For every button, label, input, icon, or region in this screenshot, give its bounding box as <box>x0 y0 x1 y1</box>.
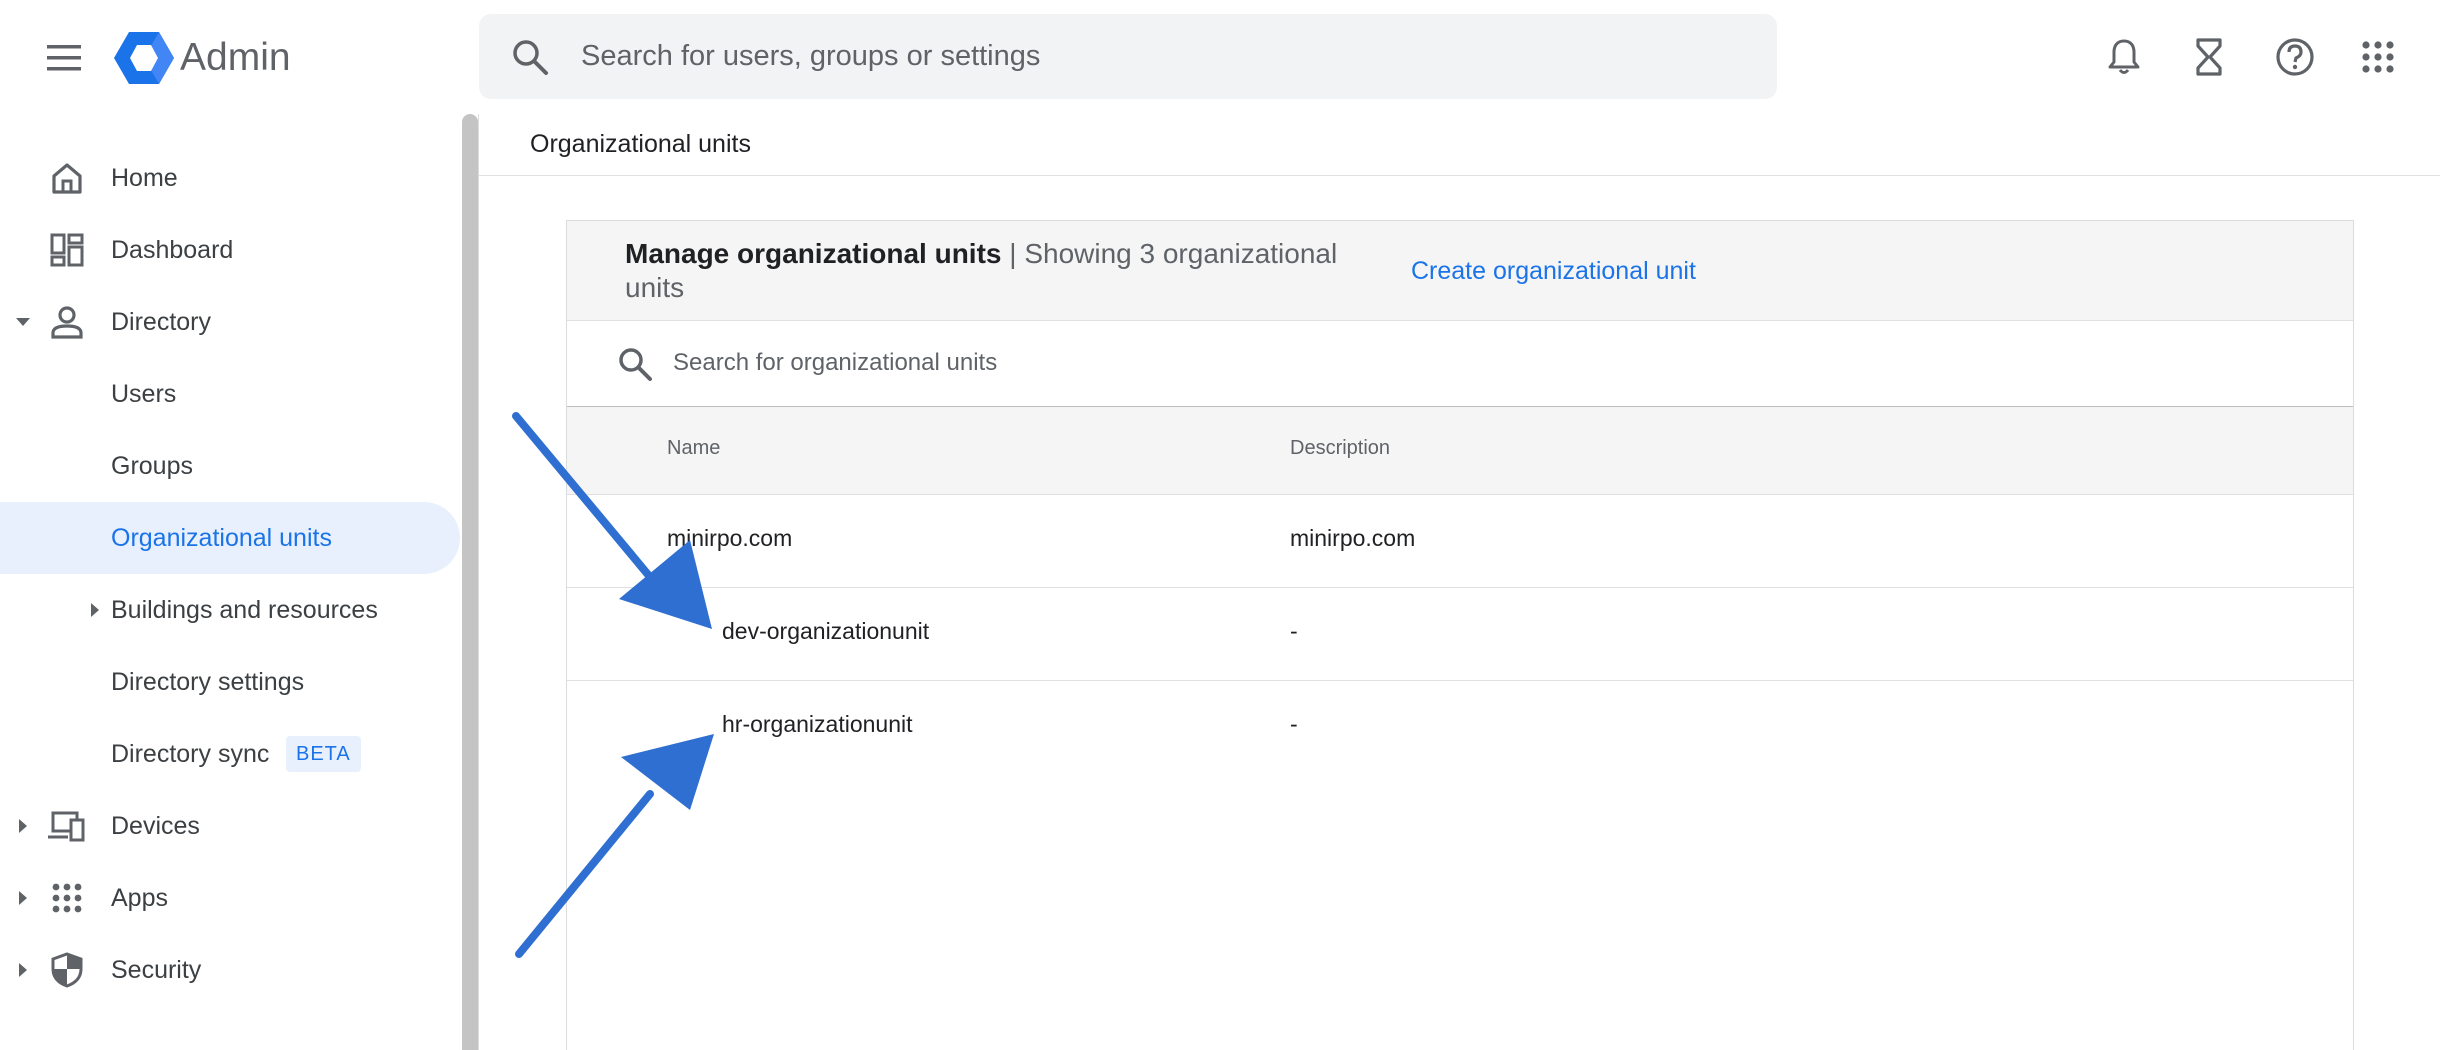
sidebar-item-directory-settings[interactable]: Directory settings <box>0 646 460 718</box>
sidebar-item-buildings-and-resources[interactable]: Buildings and resources <box>0 574 460 646</box>
help-button[interactable] <box>2270 32 2320 82</box>
global-search[interactable] <box>479 14 1777 99</box>
caret-right-icon[interactable] <box>14 817 32 835</box>
sidebar-item-directory[interactable]: Directory <box>0 286 460 358</box>
caret-right-icon[interactable] <box>86 601 104 619</box>
org-unit-name[interactable]: dev-organizationunit <box>722 618 929 645</box>
sidebar-item-label: Dashboard <box>111 235 234 264</box>
sidebar-item-label: Buildings and resources <box>111 595 378 624</box>
org-unit-description: - <box>1290 711 1298 737</box>
sidebar-item-dashboard[interactable]: Dashboard <box>0 214 460 286</box>
column-header-description[interactable]: Description <box>1290 437 1390 460</box>
sidebar-item-label: Users <box>111 379 177 408</box>
org-units-card: Manage organizational units | Showing 3 … <box>566 220 2354 1050</box>
sidebar-item-label: Organizational units <box>111 523 332 552</box>
apps-grid-icon <box>2362 41 2394 73</box>
tasks-button[interactable] <box>2184 32 2234 82</box>
person-icon <box>46 301 88 343</box>
sidebar-nav: Home Dashboard Directory Users Groups Or… <box>0 114 462 1050</box>
caret-down-icon[interactable] <box>14 313 32 331</box>
sidebar-item-label: Apps <box>111 883 168 912</box>
org-unit-description: minirpo.com <box>1290 525 1416 551</box>
shield-icon <box>46 949 88 991</box>
sidebar-item-label: Directory sync <box>111 739 270 768</box>
main-menu-button[interactable] <box>40 34 88 82</box>
sidebar-item-devices[interactable]: Devices <box>0 790 460 862</box>
apps-launcher-button[interactable] <box>2353 32 2403 82</box>
table-row[interactable]: minirpo.com minirpo.com <box>567 495 2353 588</box>
sidebar-item-home[interactable]: Home <box>0 142 460 214</box>
devices-icon <box>46 805 88 847</box>
search-icon[interactable] <box>615 344 655 384</box>
table-header: Name Description <box>567 407 2353 495</box>
admin-console: Admin Search for users, groups or settin… <box>0 0 2440 1050</box>
sidebar-item-label: Security <box>111 955 202 984</box>
search-icon[interactable] <box>509 36 551 78</box>
caret-right-icon[interactable] <box>14 889 32 907</box>
sidebar-item-label: Devices <box>111 811 200 840</box>
breadcrumb: Organizational units <box>530 130 751 158</box>
org-unit-search[interactable] <box>567 321 2353 407</box>
global-search-input[interactable] <box>581 32 1731 80</box>
sidebar-item-label: Directory <box>111 307 212 336</box>
org-unit-name[interactable]: minirpo.com <box>667 525 792 552</box>
sidebar-item-security[interactable]: Security <box>0 934 460 1006</box>
breadcrumb-bar: Organizational units <box>479 114 2440 176</box>
notifications-button[interactable] <box>2099 32 2149 82</box>
top-bar: Admin <box>0 0 2440 114</box>
card-header: Manage organizational units | Showing 3 … <box>567 221 2353 321</box>
org-unit-search-input[interactable] <box>673 341 1673 385</box>
apps-icon <box>46 877 88 919</box>
table-row[interactable]: dev-organizationunit - <box>567 588 2353 681</box>
notifications-bell-icon <box>2108 39 2140 74</box>
home-icon <box>46 157 88 199</box>
table-row[interactable]: hr-organizationunit - <box>567 681 2353 774</box>
sidebar-item-label: Home <box>111 163 178 192</box>
beta-badge: BETA <box>286 736 361 772</box>
sidebar-item-organizational-units[interactable]: Organizational units <box>0 502 460 574</box>
org-unit-description: - <box>1290 618 1298 644</box>
sidebar-item-label: Directory settings <box>111 667 305 696</box>
admin-logo-icon[interactable] <box>114 30 174 86</box>
main-content: Organizational units Manage organization… <box>478 114 2440 1050</box>
hourglass-icon <box>2196 38 2222 76</box>
dashboard-icon <box>46 229 88 271</box>
caret-right-icon[interactable] <box>14 961 32 979</box>
card-title: Manage organizational units | Showing 3 … <box>625 237 1345 305</box>
sidebar-item-directory-sync[interactable]: Directory sync BETA <box>0 718 460 790</box>
sidebar-item-groups[interactable]: Groups <box>0 430 460 502</box>
sidebar-scrollbar[interactable] <box>462 114 478 1050</box>
sidebar-item-users[interactable]: Users <box>0 358 460 430</box>
app-title[interactable]: Admin <box>180 34 291 82</box>
column-header-name[interactable]: Name <box>667 437 720 460</box>
help-icon <box>2276 38 2314 76</box>
menu-icon <box>47 45 81 71</box>
card-title-strong: Manage organizational units <box>625 238 1002 269</box>
create-org-unit-link[interactable]: Create organizational unit <box>1411 257 1696 286</box>
sidebar-item-label: Groups <box>111 451 193 480</box>
sidebar-item-apps[interactable]: Apps <box>0 862 460 934</box>
org-unit-name[interactable]: hr-organizationunit <box>722 711 913 738</box>
